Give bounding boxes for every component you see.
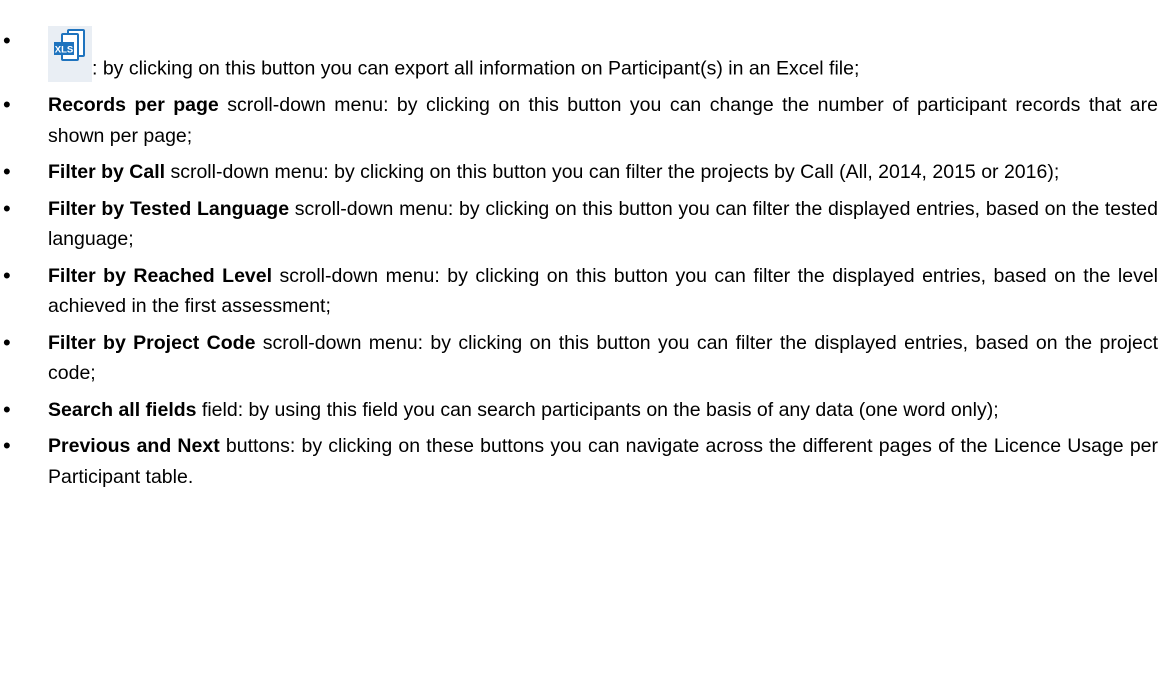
list-item-export: • XLS : by clicking on this button you c… bbox=[0, 0, 1158, 84]
item-term: Records per page bbox=[48, 94, 219, 116]
xls-icon-label: XLS bbox=[55, 45, 73, 56]
bullet-marker: • bbox=[3, 159, 11, 184]
list-item-records-per-page: • Records per page scroll-down menu: by … bbox=[0, 90, 1158, 151]
item-text: : by clicking on this button you can exp… bbox=[92, 57, 860, 80]
item-text: field: by using this field you can searc… bbox=[196, 398, 999, 421]
bullet-marker: • bbox=[3, 92, 11, 117]
item-text: scroll-down menu: by clicking on this bu… bbox=[165, 161, 1060, 183]
bullet-marker: • bbox=[3, 262, 11, 288]
bullet-list: • XLS : by clicking on this button you c… bbox=[0, 0, 1158, 492]
list-item-search-all-fields: • Search all fields field: by using this… bbox=[0, 395, 1158, 426]
item-term: Filter by Reached Level bbox=[48, 264, 273, 287]
xls-file-icon: XLS bbox=[54, 29, 85, 61]
document-page: • XLS : by clicking on this button you c… bbox=[0, 0, 1176, 675]
item-term: Previous and Next bbox=[48, 435, 220, 457]
list-item-filter-by-project-code: • Filter by Project Code scroll-down men… bbox=[0, 328, 1158, 389]
list-item-filter-by-call: • Filter by Call scroll-down menu: by cl… bbox=[0, 157, 1158, 188]
bullet-marker: • bbox=[3, 28, 11, 53]
list-item-filter-by-reached-level: • Filter by Reached Level scroll-down me… bbox=[0, 261, 1158, 322]
xls-export-icon[interactable]: XLS bbox=[48, 26, 92, 82]
bullet-marker: • bbox=[3, 329, 11, 355]
bullet-marker: • bbox=[3, 396, 11, 422]
bullet-marker: • bbox=[3, 433, 11, 458]
item-term: Filter by Tested Language bbox=[48, 197, 290, 220]
item-term: Search all fields bbox=[48, 398, 197, 421]
list-item-filter-by-tested-language: • Filter by Tested Language scroll-down … bbox=[0, 194, 1158, 255]
bullet-marker: • bbox=[3, 195, 11, 221]
list-item-previous-and-next: • Previous and Next buttons: by clicking… bbox=[0, 431, 1158, 492]
item-term: Filter by Call bbox=[48, 161, 166, 183]
item-term: Filter by Project Code bbox=[48, 331, 256, 354]
